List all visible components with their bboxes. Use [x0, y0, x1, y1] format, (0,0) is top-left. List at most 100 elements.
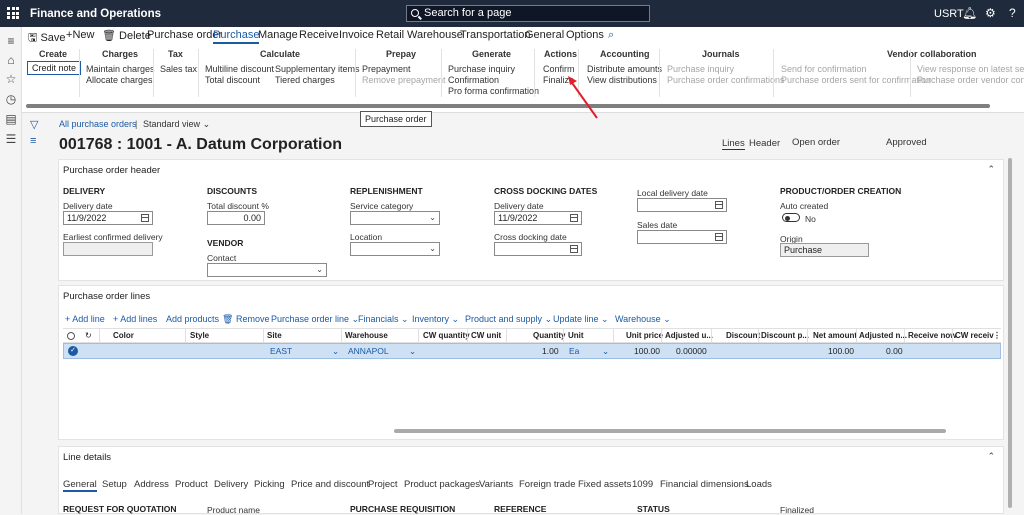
tab-picking[interactable]: Picking	[254, 479, 285, 490]
tab-retail[interactable]: Retail	[376, 29, 404, 41]
purchase-order-line-menu[interactable]: Purchase order line ⌄	[271, 314, 359, 325]
calendar-icon[interactable]	[570, 214, 578, 222]
view-selector[interactable]: Standard view ⌄	[143, 119, 210, 130]
tab-manage[interactable]: Manage	[258, 29, 298, 41]
column-header-unit[interactable]: Unit	[568, 331, 584, 340]
allocate-charges-button[interactable]: Allocate charges	[86, 75, 153, 85]
tab-financial-dimensions[interactable]: Financial dimensions	[660, 479, 749, 490]
horizontal-scrollbar[interactable]	[394, 429, 946, 433]
tab-purchase-order[interactable]: Purchase order	[147, 29, 222, 41]
tab-product[interactable]: Product	[175, 479, 208, 490]
credit-note-button[interactable]: Credit note	[27, 61, 82, 75]
crossdock-delivery-date-input[interactable]: 11/9/2022	[494, 211, 582, 225]
po-sent-for-confirmation-button[interactable]: Purchase orders sent for confirmation	[781, 75, 931, 85]
tab-loads[interactable]: Loads	[746, 479, 772, 490]
tab-product-packages[interactable]: Product packages	[404, 479, 480, 490]
column-header-color[interactable]: Color	[113, 331, 134, 340]
table-row[interactable]: ✓ EAST ⌄ ANNAPOL ⌄ 1.00 Ea ⌄ 100.00 0.00…	[63, 343, 1001, 359]
contact-select[interactable]: ⌄	[207, 263, 327, 277]
add-products-button[interactable]: Add products	[166, 314, 219, 324]
vertical-scrollbar[interactable]	[1008, 158, 1012, 508]
ribbon-scrollbar[interactable]	[26, 104, 990, 108]
column-header-cw-unit[interactable]: CW unit	[471, 331, 501, 340]
bell-icon[interactable]: 🔔︎	[962, 6, 977, 20]
hamburger-icon[interactable]: ≡	[5, 35, 17, 47]
column-header-warehouse[interactable]: Warehouse	[345, 331, 388, 340]
tab-delivery[interactable]: Delivery	[214, 479, 248, 490]
journal-po-confirmations-button[interactable]: Purchase order confirmations	[667, 75, 785, 85]
prepayment-button[interactable]: Prepayment	[362, 64, 411, 74]
refresh-icon[interactable]: ↻	[85, 331, 92, 340]
column-header-cw-receive[interactable]: CW receiv	[955, 331, 994, 340]
tab-setup[interactable]: Setup	[102, 479, 127, 490]
tab-receive[interactable]: Receive	[299, 29, 339, 41]
column-header-adjusted-unit[interactable]: Adjusted u...	[665, 331, 713, 340]
tab-project[interactable]: Project	[368, 479, 398, 490]
confirmation-button[interactable]: Confirmation	[448, 75, 499, 85]
search-input[interactable]: Search for a page	[406, 5, 650, 22]
company-label[interactable]: USRT	[934, 8, 964, 20]
financials-menu[interactable]: Financials ⌄	[358, 314, 409, 325]
calendar-icon[interactable]	[570, 245, 578, 253]
column-header-adjusted-net[interactable]: Adjusted n...	[859, 331, 907, 340]
chevron-down-icon[interactable]: ⌄	[409, 346, 416, 357]
cell-net-amount[interactable]: 100.00	[828, 346, 854, 356]
supplementary-items-button[interactable]: Supplementary items	[275, 64, 360, 74]
clock-icon[interactable]: ◷	[5, 93, 17, 105]
product-and-supply-menu[interactable]: Product and supply ⌄	[465, 314, 552, 325]
tab-warehouse[interactable]: Warehouse	[407, 29, 463, 41]
service-category-select[interactable]: ⌄	[350, 211, 440, 225]
column-header-style[interactable]: Style	[190, 331, 209, 340]
send-for-confirmation-button[interactable]: Send for confirmation	[781, 64, 867, 74]
chevron-down-icon[interactable]: ⌄	[602, 346, 609, 357]
tab-purchase[interactable]: Purchase	[213, 29, 260, 44]
auto-created-toggle[interactable]	[782, 213, 800, 222]
tab-price-and-discount[interactable]: Price and discount	[291, 479, 369, 490]
calendar-icon[interactable]	[141, 214, 149, 222]
remove-button[interactable]: 🗑︎ Remove	[222, 314, 269, 325]
cell-unit-price[interactable]: 100.00	[634, 346, 660, 356]
add-lines-button[interactable]: + Add lines	[113, 314, 157, 324]
delete-button[interactable]: 🗑︎ Delete	[102, 29, 151, 42]
maintain-charges-button[interactable]: Maintain charges	[86, 64, 155, 74]
tab-invoice[interactable]: Invoice	[339, 29, 374, 41]
sales-date-input[interactable]	[637, 230, 727, 244]
tab-foreign-trade[interactable]: Foreign trade	[519, 479, 576, 490]
tab-fixed-assets[interactable]: Fixed assets	[578, 479, 631, 490]
select-all-radio[interactable]	[67, 332, 75, 340]
inventory-menu[interactable]: Inventory ⌄	[412, 314, 459, 325]
column-header-receive-now[interactable]: Receive now	[908, 331, 956, 340]
calendar-icon[interactable]	[715, 233, 723, 241]
column-header-quantity[interactable]: Quantity	[533, 331, 565, 340]
new-button[interactable]: +New	[66, 29, 94, 41]
local-delivery-date-input[interactable]	[637, 198, 727, 212]
journal-purchase-inquiry-button[interactable]: Purchase inquiry	[667, 64, 734, 74]
help-icon[interactable]: ?	[1009, 6, 1016, 20]
tab-transportation[interactable]: Transportation	[460, 29, 531, 41]
cell-site[interactable]: EAST	[270, 346, 292, 356]
total-discount-input[interactable]: 0.00	[207, 211, 265, 225]
delivery-date-input[interactable]: 11/9/2022	[63, 211, 153, 225]
workspace-icon[interactable]: ▤	[5, 113, 17, 125]
more-columns-icon[interactable]: ⋮	[993, 331, 1001, 340]
chevron-up-icon[interactable]: ⌃	[987, 451, 995, 462]
app-launcher-icon[interactable]	[7, 7, 19, 19]
column-header-site[interactable]: Site	[267, 331, 282, 340]
tab-header[interactable]: Header	[749, 138, 780, 149]
view-response-button[interactable]: View response on latest sent ord	[917, 64, 1024, 74]
cell-quantity[interactable]: 1.00	[542, 346, 559, 356]
cell-warehouse[interactable]: ANNAPOL	[348, 346, 389, 356]
column-header-discount[interactable]: Discount	[726, 331, 760, 340]
tab-variants[interactable]: Variants	[479, 479, 513, 490]
filter-icon[interactable]: ▽	[30, 118, 38, 131]
tab-1099[interactable]: 1099	[632, 479, 653, 490]
column-header-cw-quantity[interactable]: CW quantity	[423, 331, 470, 340]
tab-general[interactable]: General	[63, 479, 97, 492]
list-view-icon[interactable]: ≡	[30, 135, 36, 147]
tab-general[interactable]: General	[525, 29, 564, 41]
star-icon[interactable]: ☆	[5, 73, 17, 85]
cell-unit[interactable]: Ea	[569, 346, 579, 356]
tab-address[interactable]: Address	[134, 479, 169, 490]
remove-prepayment-button[interactable]: Remove prepayment	[362, 75, 446, 85]
column-header-discount-percent[interactable]: Discount p...	[761, 331, 809, 340]
